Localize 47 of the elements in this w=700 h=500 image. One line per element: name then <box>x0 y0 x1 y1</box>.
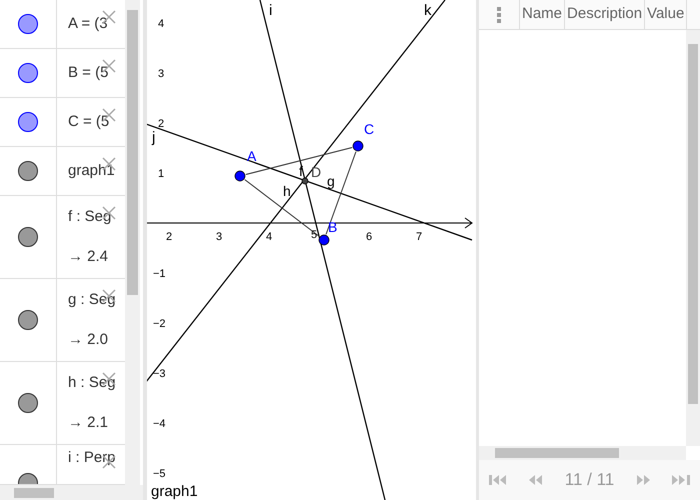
column-header[interactable]: Description <box>565 0 646 29</box>
column-header[interactable]: Name <box>520 0 566 29</box>
horizontal-scrollbar[interactable] <box>479 446 686 460</box>
object-value: → 2.1 <box>68 413 110 433</box>
axis-tick-label: 3 <box>216 231 222 243</box>
object-value: → 2.0 <box>68 330 110 350</box>
segment[interactable] <box>326 151 356 235</box>
point-label: C <box>364 121 374 137</box>
vertical-scrollbar[interactable] <box>686 30 700 446</box>
object-definition[interactable]: B = (5 <box>68 62 125 84</box>
line[interactable] <box>259 0 386 500</box>
segment-label: h <box>283 183 291 199</box>
column-header[interactable]: Value <box>645 0 688 29</box>
axis-tick-label: −2 <box>153 318 166 330</box>
axis-tick-label: 1 <box>158 168 164 180</box>
line-label: k <box>424 2 432 19</box>
point[interactable] <box>302 178 308 184</box>
object-definition[interactable]: graph1 <box>68 160 125 182</box>
axis-tick-label: −4 <box>153 418 166 430</box>
line-label: i <box>269 2 272 19</box>
object-value: → 2.4 <box>68 247 110 267</box>
axis-tick-label: −3 <box>153 368 166 380</box>
axis-tick-label: 6 <box>366 231 372 243</box>
object-definition[interactable]: f : Seg <box>68 206 125 228</box>
graph-caption: graph1 <box>151 483 198 500</box>
page-indicator: 11 / 11 <box>564 469 614 492</box>
axis-tick-label: 2 <box>166 231 172 243</box>
axis-tick-label: −1 <box>153 268 166 280</box>
segment-label: g <box>327 173 335 189</box>
point-label: D <box>311 164 322 180</box>
horizontal-scrollbar[interactable] <box>0 485 143 500</box>
segment[interactable] <box>245 146 353 176</box>
axis-tick-label: 4 <box>158 18 164 30</box>
axis-tick-label: −5 <box>153 468 166 480</box>
point-label: A <box>247 148 256 164</box>
point-label: B <box>328 219 338 235</box>
point[interactable] <box>234 170 246 182</box>
point[interactable] <box>318 234 330 246</box>
vertical-scrollbar[interactable] <box>125 0 140 485</box>
axis-tick-label: 3 <box>158 68 164 80</box>
line[interactable] <box>147 0 446 382</box>
axis-tick-label: 7 <box>416 231 422 243</box>
point[interactable] <box>352 140 364 152</box>
line-label: j <box>152 129 156 146</box>
axis-tick-label: 2 <box>158 118 164 130</box>
menu-icon[interactable] <box>497 6 501 22</box>
axis-tick-label: 4 <box>266 231 272 243</box>
